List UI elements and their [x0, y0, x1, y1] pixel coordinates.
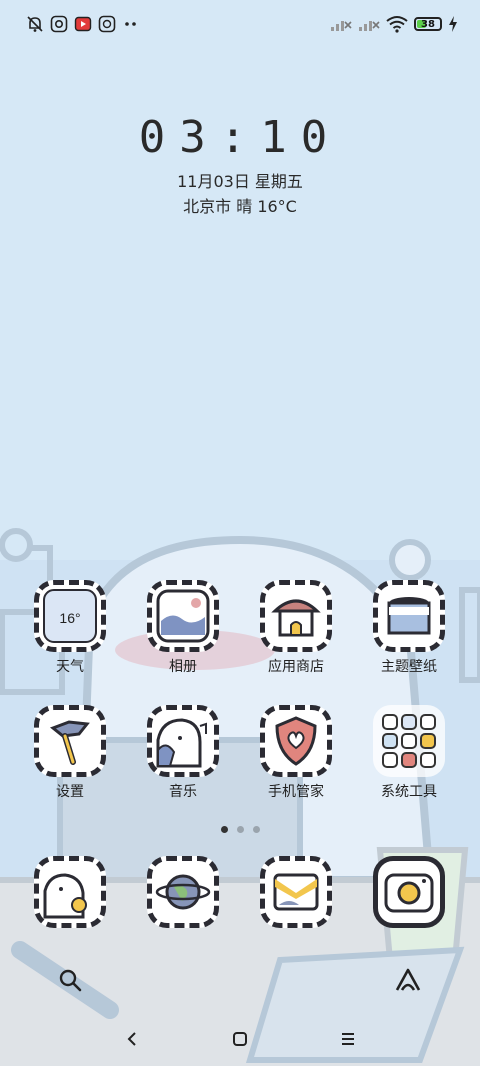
- music-icon: [147, 705, 219, 777]
- more-dots-icon: [122, 15, 140, 33]
- app-label: 相册: [169, 659, 197, 675]
- themes-icon: [373, 580, 445, 652]
- charging-icon: [448, 15, 458, 33]
- signal-no-service-icon: [330, 15, 352, 33]
- page-dot: [236, 826, 244, 833]
- battery-icon: 38: [414, 17, 442, 31]
- app-security[interactable]: 手机管家: [246, 705, 346, 801]
- dock-phone[interactable]: [20, 856, 120, 928]
- clock-date[interactable]: 11月03日 星期五: [0, 168, 480, 192]
- app-label: 主题壁纸: [381, 659, 437, 675]
- app-label: 系统工具: [381, 784, 437, 800]
- page-indicator[interactable]: [0, 826, 480, 833]
- app-store[interactable]: 应用商店: [246, 580, 346, 676]
- app-label: 音乐: [169, 784, 197, 800]
- app-label: 天气: [56, 659, 84, 675]
- dock-messages[interactable]: [246, 856, 346, 928]
- app-themes[interactable]: 主题壁纸: [359, 580, 459, 676]
- app-label: 手机管家: [268, 784, 324, 800]
- weather-icon: 16°: [34, 580, 106, 652]
- dock-camera[interactable]: [359, 856, 459, 928]
- weather-temp-badge: 16°: [59, 610, 80, 626]
- back-icon[interactable]: [117, 1024, 147, 1054]
- wifi-icon: [386, 15, 408, 33]
- app-music[interactable]: 音乐: [133, 705, 233, 801]
- menu-icon[interactable]: [333, 1024, 363, 1054]
- page-dot: [252, 826, 260, 833]
- browser-icon: [147, 856, 219, 928]
- clock-weather[interactable]: 北京市 晴 16°C: [0, 193, 480, 217]
- home-icon[interactable]: [225, 1024, 255, 1054]
- app-weather[interactable]: 16° 天气: [20, 580, 120, 676]
- camera-icon: [373, 856, 445, 928]
- camera-app-icon: [50, 15, 68, 33]
- chat-app-icon: [98, 15, 116, 33]
- security-icon: [260, 705, 332, 777]
- status-bar: 38: [0, 0, 480, 52]
- app-gallery[interactable]: 相册: [133, 580, 233, 676]
- messages-icon: [260, 856, 332, 928]
- phone-icon: [34, 856, 106, 928]
- battery-level: 38: [421, 18, 435, 30]
- search-icon[interactable]: [58, 968, 82, 996]
- clock-time[interactable]: 03:10: [0, 112, 480, 163]
- signal-no-service-icon: [358, 15, 380, 33]
- app-label: 应用商店: [268, 659, 324, 675]
- video-app-icon: [74, 15, 92, 33]
- app-label: 设置: [56, 784, 84, 800]
- app-store-icon: [260, 580, 332, 652]
- page-dot-active: [220, 826, 228, 833]
- dock-browser[interactable]: [133, 856, 233, 928]
- navigation-bar: [0, 1010, 480, 1066]
- system-tools-folder-icon: [373, 705, 445, 777]
- app-settings[interactable]: 设置: [20, 705, 120, 801]
- search-bar[interactable]: [36, 955, 444, 1005]
- gallery-icon: [147, 580, 219, 652]
- bell-muted-icon: [26, 15, 44, 33]
- settings-icon: [34, 705, 106, 777]
- assistant-icon[interactable]: [394, 967, 422, 997]
- app-system-tools-folder[interactable]: 系统工具: [359, 705, 459, 801]
